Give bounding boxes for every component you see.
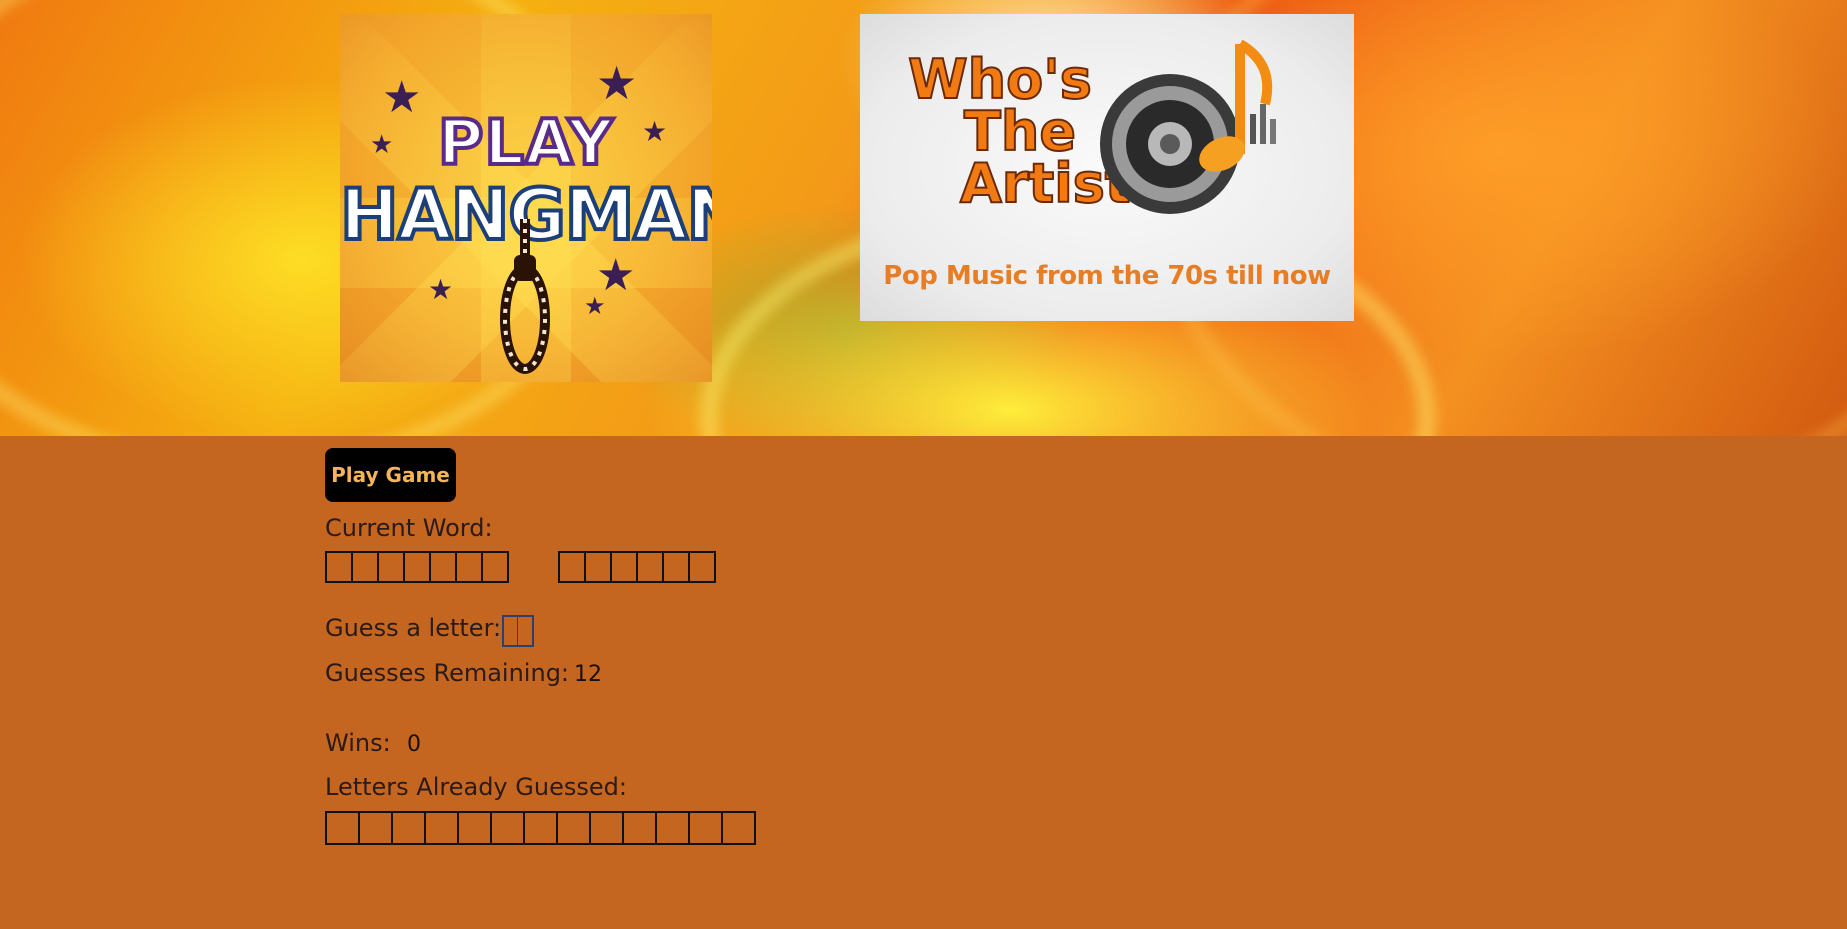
guess-letter-input[interactable] bbox=[502, 615, 534, 647]
current-word-blanks-2 bbox=[558, 551, 716, 583]
letter-blank bbox=[558, 551, 586, 583]
guessed-letter-slot bbox=[589, 811, 624, 845]
artist-logo-subtitle: Pop Music from the 70s till now bbox=[883, 261, 1331, 291]
letter-blank bbox=[325, 551, 353, 583]
guessed-letter-slot bbox=[622, 811, 657, 845]
artist-logo-title: Who's The Artist bbox=[900, 48, 1132, 215]
whos-the-artist-logo-image: Who's The Artist Pop Music from the 70s … bbox=[860, 14, 1354, 321]
guessed-letter-slot bbox=[523, 811, 558, 845]
play-game-button[interactable]: Play Game bbox=[325, 448, 456, 502]
speaker-music-note-icon bbox=[1100, 39, 1276, 214]
letter-blank bbox=[403, 551, 431, 583]
current-word-blanks-1 bbox=[325, 551, 509, 583]
star-icon: ★ bbox=[428, 273, 454, 306]
guessed-letter-slot bbox=[424, 811, 459, 845]
letter-blank bbox=[429, 551, 457, 583]
noose-icon bbox=[500, 219, 550, 374]
letter-blank bbox=[662, 551, 690, 583]
letters-guessed-label: Letters Already Guessed: bbox=[325, 773, 627, 801]
guessed-letter-slot bbox=[358, 811, 393, 845]
guessed-letter-slot bbox=[325, 811, 360, 845]
artist-title-line: Who's bbox=[907, 48, 1093, 111]
guessed-letter-slot bbox=[457, 811, 492, 845]
letter-blank bbox=[455, 551, 483, 583]
guesses-remaining-label: Guesses Remaining: bbox=[325, 659, 570, 687]
letter-blank bbox=[377, 551, 405, 583]
artist-title-line: Artist bbox=[959, 152, 1132, 215]
logo-play-text: PLAY bbox=[436, 104, 615, 181]
letter-blank bbox=[584, 551, 612, 583]
star-icon: ★ bbox=[584, 292, 606, 320]
wins-label: Wins: bbox=[325, 729, 391, 757]
hero-banner: ★ ★ ★ ★ ★ ★ ★ PLAY HANGMAN Who's The Art… bbox=[0, 0, 1847, 436]
star-icon: ★ bbox=[596, 56, 638, 110]
guessed-letter-slot bbox=[556, 811, 591, 845]
letter-blank bbox=[351, 551, 379, 583]
guess-letter-label: Guess a letter: bbox=[325, 614, 502, 642]
letter-blank bbox=[610, 551, 638, 583]
artist-title-line: The bbox=[963, 100, 1077, 163]
guessed-letter-slot bbox=[655, 811, 690, 845]
letter-blank bbox=[688, 551, 716, 583]
hangman-logo-image: ★ ★ ★ ★ ★ ★ ★ PLAY HANGMAN bbox=[340, 14, 712, 382]
letters-guessed-slots bbox=[325, 811, 756, 845]
letter-blank bbox=[636, 551, 664, 583]
guessed-letter-slot bbox=[391, 811, 426, 845]
current-word-label: Current Word: bbox=[325, 514, 493, 542]
guessed-letter-slot bbox=[721, 811, 756, 845]
guessed-letter-slot bbox=[688, 811, 723, 845]
guessed-letter-slot bbox=[490, 811, 525, 845]
letter-blank bbox=[481, 551, 509, 583]
guesses-remaining-value: 12 bbox=[574, 662, 602, 687]
wins-value: 0 bbox=[407, 732, 421, 757]
